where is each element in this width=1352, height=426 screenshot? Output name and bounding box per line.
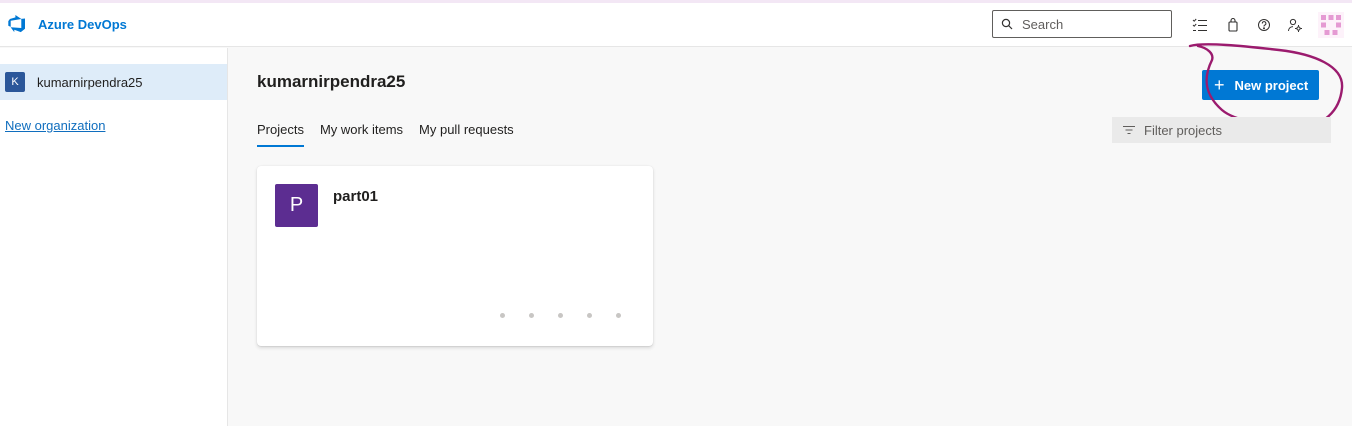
dot-icon[interactable] <box>558 313 563 318</box>
app-name: Azure DevOps <box>38 16 127 32</box>
plus-icon: + <box>1214 75 1225 95</box>
new-project-button[interactable]: + New project <box>1202 70 1319 100</box>
azure-devops-logo-icon <box>8 15 26 33</box>
project-name[interactable]: part01 <box>333 188 378 205</box>
sidebar: K kumarnirpendra25 New organization <box>0 48 228 426</box>
search-icon <box>1001 18 1013 30</box>
new-project-label: New project <box>1234 77 1309 93</box>
search-box[interactable] <box>992 10 1172 38</box>
new-organization-link[interactable]: New organization <box>5 118 105 133</box>
brand[interactable]: Azure DevOps <box>8 15 127 33</box>
project-avatar: P <box>275 184 318 227</box>
tab-my-work-items[interactable]: My work items <box>320 122 403 147</box>
sidebar-item-organization[interactable]: K kumarnirpendra25 <box>0 64 227 100</box>
top-bar: Azure DevOps <box>0 3 1352 47</box>
project-card[interactable]: P part01 <box>257 166 653 346</box>
filter-icon <box>1123 124 1135 136</box>
page-title: kumarnirpendra25 <box>257 72 406 91</box>
marketplace-bag-icon[interactable] <box>1225 17 1241 33</box>
organization-name: kumarnirpendra25 <box>37 74 143 90</box>
search-input[interactable] <box>1022 16 1162 32</box>
avatar[interactable] <box>1318 12 1344 38</box>
project-service-dots <box>500 313 645 318</box>
filter-box[interactable] <box>1112 117 1331 143</box>
tab-bar: Projects My work items My pull requests <box>257 122 530 147</box>
help-icon[interactable] <box>1256 17 1272 33</box>
dot-icon[interactable] <box>529 313 534 318</box>
dot-icon[interactable] <box>616 313 621 318</box>
filter-projects-input[interactable] <box>1144 122 1324 138</box>
checklist-icon[interactable] <box>1192 17 1208 33</box>
dot-icon[interactable] <box>587 313 592 318</box>
dot-icon[interactable] <box>500 313 505 318</box>
user-settings-icon[interactable] <box>1287 17 1303 33</box>
organization-badge: K <box>5 72 25 92</box>
tab-my-pull-requests[interactable]: My pull requests <box>419 122 514 147</box>
tab-projects[interactable]: Projects <box>257 122 304 147</box>
